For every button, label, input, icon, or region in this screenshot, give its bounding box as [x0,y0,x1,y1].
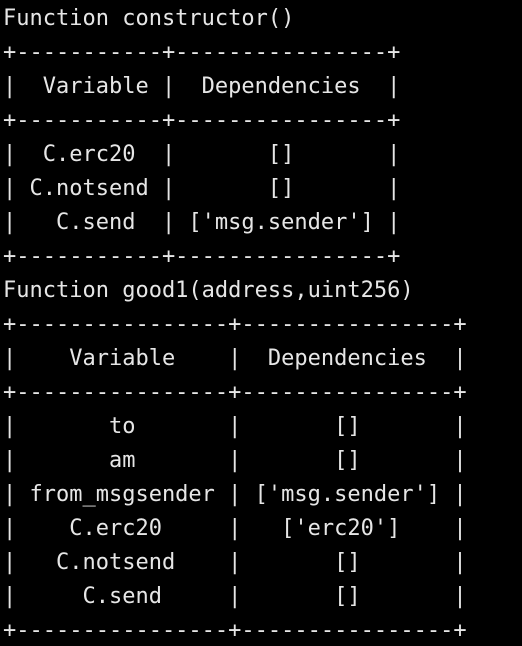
table-row: | C.send | [] | [3,584,467,609]
table-row: | C.notsend | [] | [3,176,401,201]
table-row: | C.send | ['msg.sender'] | [3,210,401,235]
table-row: | from_msgsender | ['msg.sender'] | [3,482,467,507]
terminal-window: { "terminal": { "background": "#000000",… [0,0,522,646]
function-header-good1: Function good1(address,uint256) [3,278,414,303]
table-header-row: | Variable | Dependencies | [3,346,467,371]
terminal-output: Function constructor() +-----------+----… [3,4,521,644]
table-border-top: +----------------+----------------+ [3,312,467,337]
table-row: | C.notsend | [] | [3,550,467,575]
table-header-row: | Variable | Dependencies | [3,74,401,99]
table-border-bottom: +----------------+----------------+ [3,618,467,643]
table-border-top: +-----------+----------------+ [3,40,401,65]
table-border-mid: +----------------+----------------+ [3,380,467,405]
table-row: | to | [] | [3,414,467,439]
table-row: | am | [] | [3,448,467,473]
table-row: | C.erc20 | [] | [3,142,401,167]
table-border-bottom: +-----------+----------------+ [3,244,401,269]
function-header-constructor: Function constructor() [3,6,295,31]
table-border-mid: +-----------+----------------+ [3,108,401,133]
table-row: | C.erc20 | ['erc20'] | [3,516,467,541]
